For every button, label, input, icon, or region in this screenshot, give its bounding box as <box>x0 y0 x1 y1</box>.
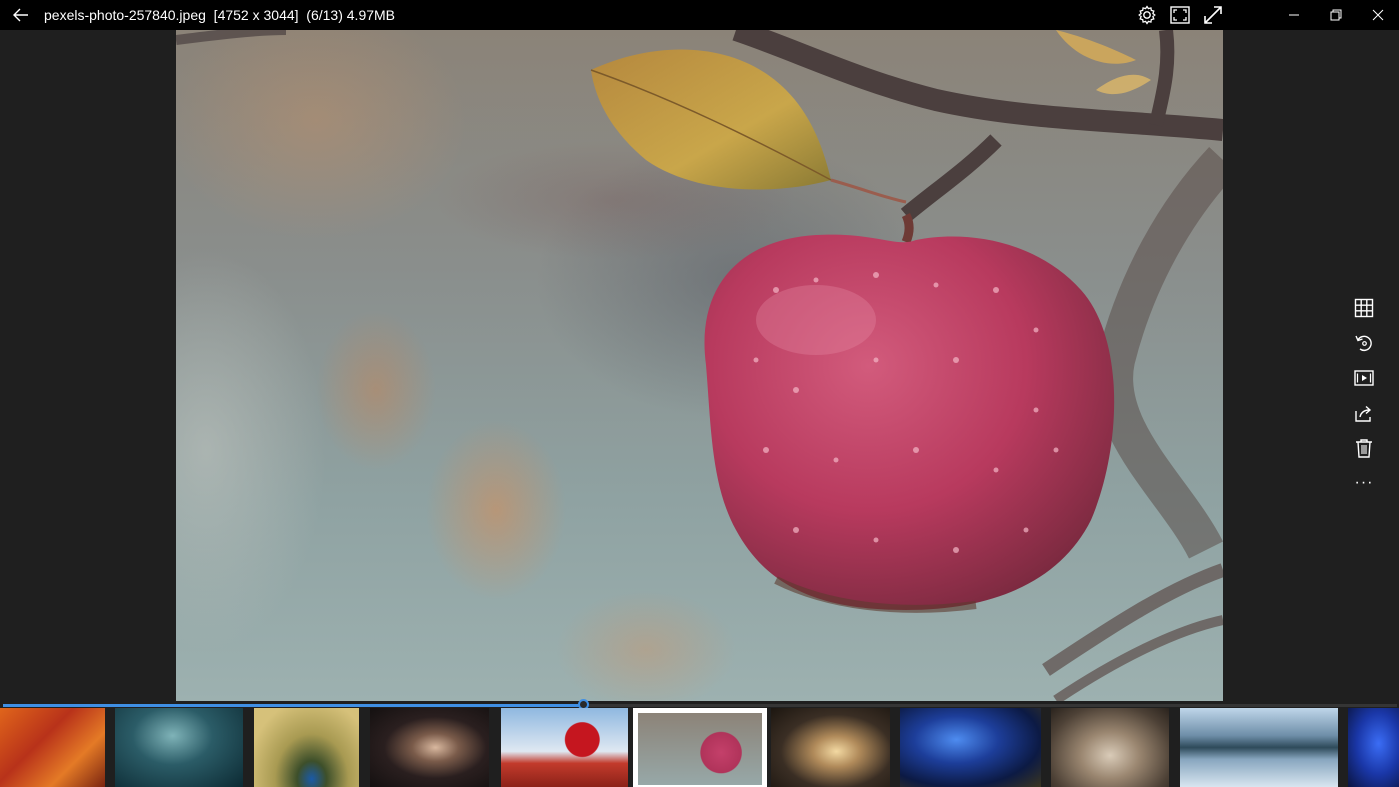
thumbnail-4[interactable] <box>370 708 489 787</box>
restore-button[interactable] <box>1315 0 1357 30</box>
more-options-button[interactable]: ··· <box>1349 465 1379 500</box>
thumbnail-6-selected[interactable] <box>633 708 767 787</box>
gallery-progress-fill <box>3 704 585 707</box>
restore-icon <box>1330 9 1342 21</box>
title-bar: pexels-photo-257840.jpeg [4752 x 3044] (… <box>0 0 1399 30</box>
grid-icon <box>1354 298 1374 317</box>
slideshow-button[interactable] <box>1349 360 1379 395</box>
thumbnail-9[interactable] <box>1051 708 1169 787</box>
thumbnail-5[interactable] <box>501 708 628 787</box>
window-title: pexels-photo-257840.jpeg [4752 x 3044] (… <box>44 7 396 23</box>
more-options-label: ··· <box>1354 473 1374 491</box>
main-photo <box>176 30 1223 701</box>
back-button[interactable] <box>8 3 34 27</box>
share-button[interactable] <box>1349 395 1379 430</box>
trash-icon <box>1356 438 1372 458</box>
slideshow-icon <box>1354 369 1374 386</box>
fit-to-screen-icon <box>1170 6 1190 24</box>
thumbnail-1[interactable] <box>0 708 105 787</box>
close-button[interactable] <box>1357 0 1399 30</box>
apple-photo-illustration <box>176 30 1223 701</box>
minimize-button[interactable] <box>1273 0 1315 30</box>
fit-to-screen-button[interactable] <box>1168 4 1192 26</box>
thumbnail-3[interactable] <box>254 708 359 787</box>
share-icon <box>1355 405 1372 422</box>
thumbnail-10[interactable] <box>1180 708 1338 787</box>
minimize-icon <box>1289 14 1299 16</box>
delete-button[interactable] <box>1349 430 1379 465</box>
settings-button[interactable] <box>1135 4 1159 26</box>
close-icon <box>1372 9 1384 21</box>
gear-icon <box>1138 5 1156 25</box>
expand-diagonal-icon <box>1204 6 1222 24</box>
grid-view-button[interactable] <box>1349 290 1379 325</box>
gallery-progress-track[interactable] <box>3 699 1397 710</box>
thumbnail-2[interactable] <box>115 708 243 787</box>
fullscreen-button[interactable] <box>1201 4 1225 26</box>
thumbnail-strip <box>0 708 1399 787</box>
thumbnail-7[interactable] <box>771 708 890 787</box>
rotate-button[interactable] <box>1349 325 1379 360</box>
side-toolbar: ··· <box>1349 290 1379 500</box>
thumbnail-11[interactable] <box>1348 708 1399 787</box>
arrow-left-icon <box>13 8 28 22</box>
rotate-icon <box>1355 335 1372 351</box>
thumbnail-8[interactable] <box>900 708 1041 787</box>
